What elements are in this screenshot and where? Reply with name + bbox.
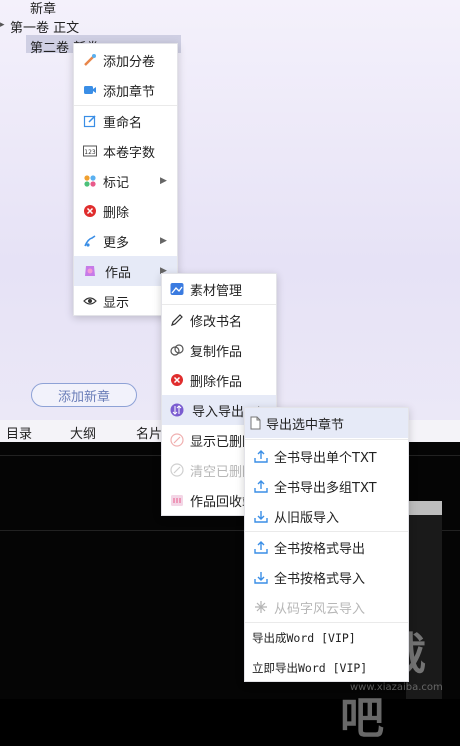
menu-export-selected[interactable]: 导出选中章节 (245, 408, 408, 438)
submenu-arrow-icon: ▶ (160, 236, 167, 246)
recycle-bin-icon (170, 493, 184, 507)
add-chapter-icon (83, 83, 97, 97)
add-volume-icon (83, 53, 97, 67)
menu-rename[interactable]: 重命名 (74, 106, 177, 136)
submenu-arrow-icon: ▶ (160, 176, 167, 186)
file-icon (248, 416, 262, 430)
tree-item-volume-1[interactable]: 第一卷 正文 (10, 17, 79, 36)
tab-catalog[interactable]: 目录 (6, 423, 32, 442)
show-deleted-icon (170, 433, 184, 447)
material-icon (170, 282, 184, 296)
copy-icon (170, 343, 184, 357)
tab-outline[interactable]: 大纲 (70, 423, 96, 442)
works-icon (83, 264, 97, 278)
menu-export-word-now[interactable]: 立即导出Word [VIP] (245, 653, 408, 683)
menu-more[interactable]: 更多 ▶ (74, 226, 177, 256)
svg-text:123: 123 (84, 149, 96, 156)
edit-icon (83, 114, 97, 128)
eye-icon (83, 294, 97, 308)
pencil-icon (170, 313, 184, 327)
add-chapter-button[interactable]: 添加新章 (31, 383, 137, 407)
menu-mark[interactable]: 标记 ▶ (74, 166, 177, 196)
export-icon (254, 479, 268, 493)
menu-export-multi-txt[interactable]: 全书导出多组TXT (245, 471, 408, 501)
more-tools-icon (83, 234, 97, 248)
export-icon (254, 449, 268, 463)
import-export-submenu: 导出选中章节 全书导出单个TXT 全书导出多组TXT 从旧版导入 全书按格式导出… (244, 407, 409, 682)
sparkle-icon (254, 600, 268, 614)
menu-export-single-txt[interactable]: 全书导出单个TXT (245, 441, 408, 471)
menu-delete[interactable]: 删除 (74, 196, 177, 226)
menu-word-count[interactable]: 123 本卷字数 (74, 136, 177, 166)
menu-import-format[interactable]: 全书按格式导入 (245, 562, 408, 592)
menu-copy-work[interactable]: 复制作品 (162, 335, 276, 365)
import-icon (254, 509, 268, 523)
menu-import-mazifengyun[interactable]: 从码字风云导入 (245, 592, 408, 622)
delete-icon (170, 373, 184, 387)
menu-import-old[interactable]: 从旧版导入 (245, 501, 408, 531)
watermark-url: www.xiazaiba.com (350, 682, 443, 693)
menu-add-volume[interactable]: 添加分卷 (74, 45, 177, 75)
menu-rename-book[interactable]: 修改书名 (162, 305, 276, 335)
menu-export-format[interactable]: 全书按格式导出 (245, 532, 408, 562)
export-icon (254, 540, 268, 554)
menu-export-word[interactable]: 导出成Word [VIP] (245, 623, 408, 653)
delete-icon (83, 204, 97, 218)
import-export-icon (170, 403, 184, 417)
menu-delete-work[interactable]: 删除作品 (162, 365, 276, 395)
tab-cards[interactable]: 名片 (136, 423, 162, 442)
word-count-icon: 123 (83, 144, 97, 158)
menu-material[interactable]: 素材管理 (162, 274, 276, 304)
import-icon (254, 570, 268, 584)
expand-arrow-icon[interactable]: ▸ (0, 20, 5, 30)
tree-item-new-chapter[interactable]: 新章 (30, 0, 56, 17)
clear-deleted-icon (170, 463, 184, 477)
color-dots-icon (83, 174, 97, 188)
menu-add-chapter[interactable]: 添加章节 (74, 75, 177, 105)
